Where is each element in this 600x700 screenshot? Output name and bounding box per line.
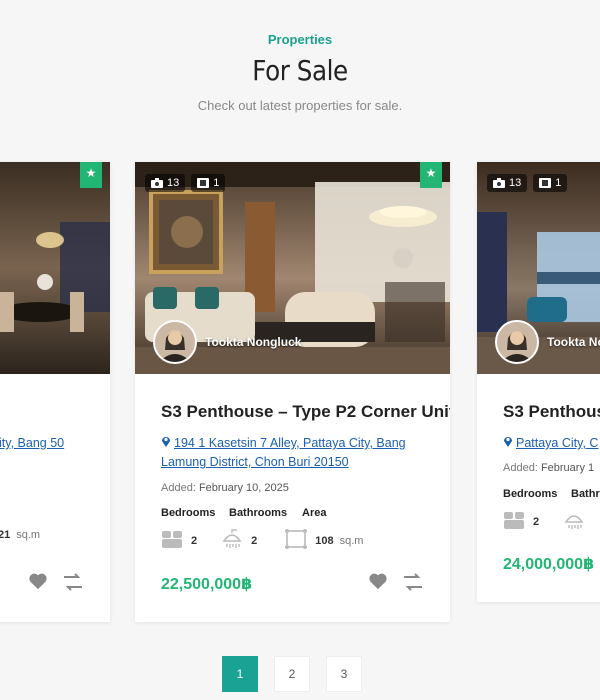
bathrooms-value: 2: [251, 534, 258, 547]
property-card[interactable]: 13 1 ★ Tookta Nongluck S3 Penthouse – Ty…: [135, 162, 450, 622]
bedrooms-label: Bedrooms: [503, 488, 558, 500]
property-image[interactable]: 13 1 Tookta No: [477, 162, 600, 374]
bedrooms-label: Bedrooms: [161, 507, 216, 519]
bed-icon: [503, 510, 525, 533]
film-icon: [197, 178, 210, 188]
features-values: 21 sq.m: [0, 529, 40, 541]
price: 22,500,000฿: [161, 576, 253, 593]
property-address[interactable]: Pattaya City, C: [503, 434, 600, 453]
agent-info[interactable]: Tookta Nongluck: [153, 320, 301, 364]
area-icon: [285, 529, 308, 552]
added-date: Added: February 1: [503, 462, 595, 474]
property-title[interactable]: S3 Penthouse – Type P2 Corner Unit: [161, 402, 450, 422]
property-title[interactable]: S3 Penthouse –: [503, 402, 600, 422]
area-value: 108: [315, 534, 334, 547]
area-unit: sq.m: [16, 529, 41, 541]
star-icon: ★: [85, 166, 97, 180]
added-date: Added: February 10, 2025: [161, 482, 289, 494]
section-eyebrow: Properties: [267, 32, 333, 47]
map-pin-icon: [161, 434, 171, 453]
property-image[interactable]: ★: [0, 162, 110, 374]
bedrooms-value: 2: [533, 515, 540, 528]
film-icon: [539, 178, 552, 188]
bed-icon: [161, 529, 183, 552]
card-actions: [28, 572, 84, 597]
avatar[interactable]: [495, 320, 539, 364]
shower-icon: [221, 529, 243, 552]
heart-icon[interactable]: [28, 572, 48, 597]
section-subtitle: Check out latest properties for sale.: [197, 98, 403, 113]
compare-icon[interactable]: [62, 572, 84, 597]
features-values: 2 2 108 sq.m: [161, 529, 363, 552]
camera-icon: [493, 178, 505, 188]
features-labels: Bedrooms Bathrooms Area: [161, 507, 326, 519]
page-1-button[interactable]: 1: [222, 656, 258, 692]
page-2-button[interactable]: 2: [274, 656, 310, 692]
bathrooms-label: Bathrooms: [229, 507, 288, 519]
star-icon: ★: [425, 166, 437, 180]
bedrooms-value: 2: [191, 534, 198, 547]
camera-icon: [151, 178, 163, 188]
property-card-left[interactable]: ★ City, Bang 50 21 sq.m: [0, 162, 110, 622]
featured-badge: ★: [420, 162, 442, 188]
card-actions: [368, 572, 424, 597]
video-count[interactable]: 1: [191, 174, 226, 192]
pagination: 1 2 3: [222, 656, 362, 692]
property-card-right[interactable]: 13 1 Tookta No S3 Penthouse – Pattaya Ci…: [477, 162, 600, 602]
video-count[interactable]: 1: [533, 174, 568, 192]
heart-icon[interactable]: [368, 572, 388, 597]
featured-badge: ★: [80, 162, 102, 188]
media-counts: 13 1: [145, 174, 226, 192]
compare-icon[interactable]: [402, 572, 424, 597]
agent-name[interactable]: Tookta No: [547, 335, 600, 349]
bathrooms-label: Bathr: [571, 488, 600, 500]
price: 24,000,000฿: [503, 556, 595, 573]
area-unit: sq.m: [339, 534, 364, 547]
property-image[interactable]: 13 1 ★ Tookta Nongluck: [135, 162, 450, 374]
photo-count[interactable]: 13: [487, 174, 528, 192]
agent-info[interactable]: Tookta No: [495, 320, 600, 364]
area-label: Area: [302, 507, 327, 519]
features-labels: Bedrooms Bathr: [503, 488, 600, 500]
page-3-button[interactable]: 3: [326, 656, 362, 692]
property-address[interactable]: 194 1 Kasetsin 7 Alley, Pattaya City, Ba…: [161, 434, 424, 472]
avatar[interactable]: [153, 320, 197, 364]
shower-icon: [563, 510, 585, 533]
area-value: 21: [0, 529, 11, 541]
section-title: For Sale: [252, 54, 348, 87]
property-address[interactable]: City, Bang 50: [0, 434, 84, 453]
agent-name[interactable]: Tookta Nongluck: [205, 335, 301, 349]
features-values: 2: [503, 510, 585, 533]
map-pin-icon: [503, 434, 513, 453]
media-counts: 13 1: [487, 174, 568, 192]
photo-count[interactable]: 13: [145, 174, 186, 192]
